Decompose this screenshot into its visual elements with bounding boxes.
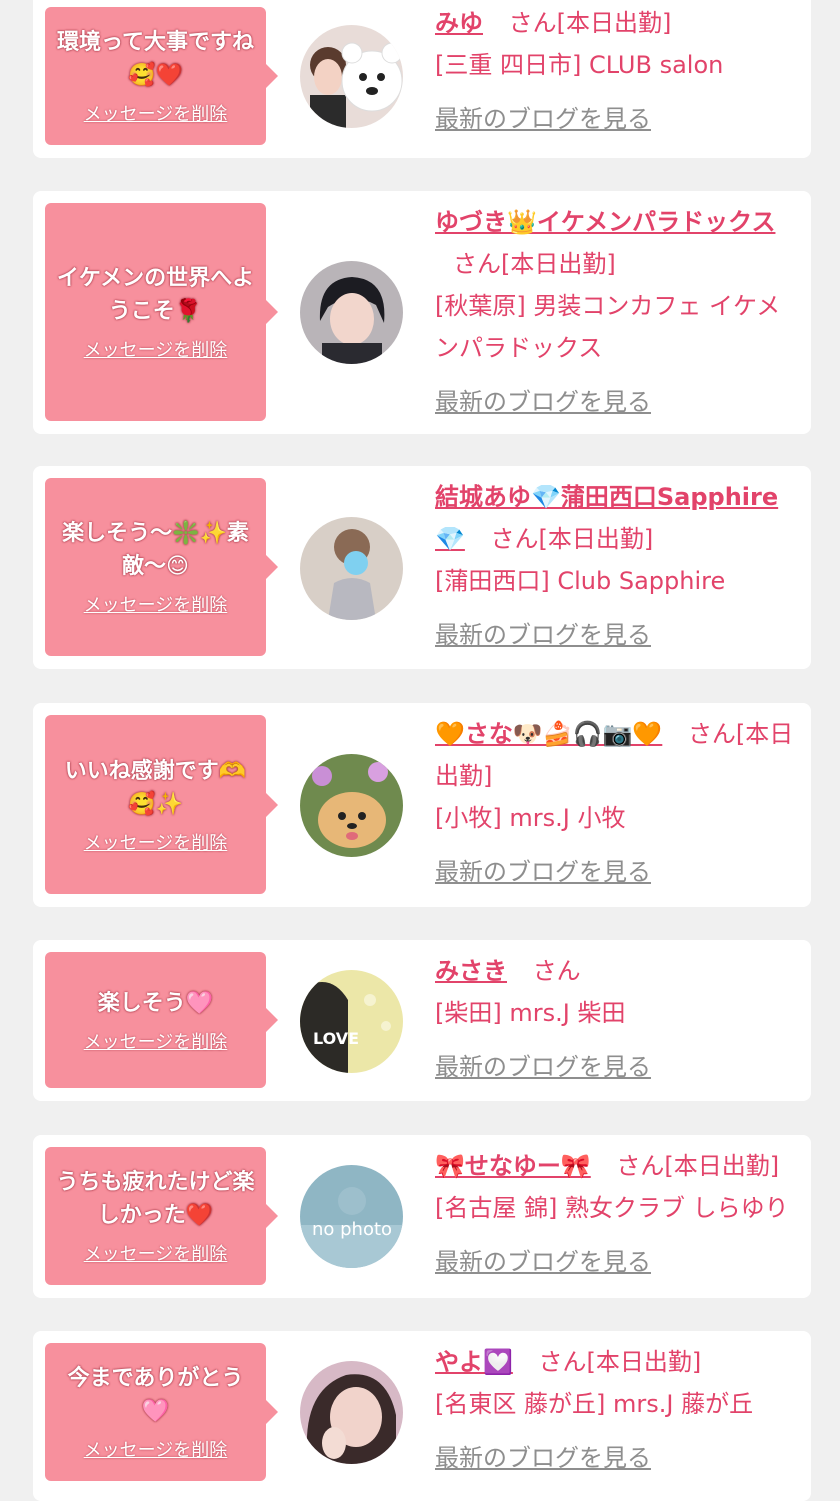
message-card: 楽しそう～❇️✨素敵～😊 メッセージを削除 結城あゆ💎蒲田西口Sapphire💎… <box>33 466 811 669</box>
delete-message-link[interactable]: メッセージを削除 <box>84 1028 228 1054</box>
message-text: 楽しそう～❇️✨素敵～😊 <box>62 521 249 579</box>
profile-info: やよ💟 さん[本日出勤] [名東区 藤が丘] mrs.J 藤が丘 最新のブログを… <box>435 1341 797 1479</box>
avatar[interactable] <box>300 517 403 620</box>
message-card: 環境って大事ですね🥰❤️ メッセージを削除 みゆ さん[本日出勤] [三重 四日… <box>33 0 811 158</box>
shop-location: [名古屋 錦] 熟女クラブ しらゆり <box>435 1194 789 1222</box>
profile-name-link[interactable]: みさき <box>435 957 507 985</box>
delete-message-link[interactable]: メッセージを削除 <box>84 591 228 617</box>
shop-location: [秋葉原] 男装コンカフェ イケメンパラドックス <box>435 292 781 362</box>
profile-info: 🧡さな🐶🍰🎧📷🧡 さん[本日出勤] [小牧] mrs.J 小牧 最新のブログを見… <box>435 713 797 893</box>
profile-name-link[interactable]: ゆづき👑イケメンパラドックス <box>435 208 775 236</box>
avatar[interactable] <box>300 1361 403 1464</box>
message-bubble: 楽しそう～❇️✨素敵～😊 メッセージを削除 <box>45 478 278 656</box>
profile-info: 結城あゆ💎蒲田西口Sapphire💎 さん[本日出勤] [蒲田西口] Club … <box>435 476 797 656</box>
message-card: イケメンの世界へようこそ🌹 メッセージを削除 ゆづき👑イケメンパラドックス さん… <box>33 191 811 434</box>
view-blog-link[interactable]: 最新のブログを見る <box>435 1437 651 1479</box>
name-suffix: さん <box>532 957 581 985</box>
profile-info: みゆ さん[本日出勤] [三重 四日市] CLUB salon 最新のブログを見… <box>435 2 797 140</box>
avatar[interactable] <box>300 754 403 857</box>
delete-message-link[interactable]: メッセージを削除 <box>84 1436 228 1462</box>
delete-message-link[interactable]: メッセージを削除 <box>84 829 228 855</box>
message-bubble: いいね感謝です🫶🥰✨ メッセージを削除 <box>45 715 278 894</box>
shop-location: [柴田] mrs.J 柴田 <box>435 999 626 1027</box>
view-blog-link[interactable]: 最新のブログを見る <box>435 1046 651 1088</box>
profile-name-link[interactable]: 🎀せなゆー🎀 <box>435 1152 591 1180</box>
name-suffix: さん[本日出勤] <box>616 1152 780 1180</box>
message-text: うちも疲れたけど楽しかった❤️ <box>56 1170 255 1228</box>
message-bubble: うちも疲れたけど楽しかった❤️ メッセージを削除 <box>45 1147 278 1285</box>
name-suffix: さん[本日出勤] <box>490 525 654 553</box>
profile-info: ゆづき👑イケメンパラドックス さん[本日出勤] [秋葉原] 男装コンカフェ イケ… <box>435 201 797 423</box>
message-card: 楽しそう🩷 メッセージを削除 LOVE みさき さん [柴田] mrs.J 柴田… <box>33 940 811 1101</box>
message-text: 楽しそう🩷 <box>97 990 214 1016</box>
view-blog-link[interactable]: 最新のブログを見る <box>435 614 651 656</box>
profile-name-link[interactable]: 🧡さな🐶🍰🎧📷🧡 <box>435 720 662 748</box>
avatar-caption: LOVE <box>313 1029 359 1048</box>
view-blog-link[interactable]: 最新のブログを見る <box>435 98 651 140</box>
profile-name-link[interactable]: みゆ <box>435 9 483 37</box>
avatar[interactable]: no photo <box>300 1165 403 1268</box>
shop-location: [蒲田西口] Club Sapphire <box>435 567 726 595</box>
view-blog-link[interactable]: 最新のブログを見る <box>435 381 651 423</box>
view-blog-link[interactable]: 最新のブログを見る <box>435 851 651 893</box>
message-text: イケメンの世界へようこそ🌹 <box>56 266 255 324</box>
message-feed: 環境って大事ですね🥰❤️ メッセージを削除 みゆ さん[本日出勤] [三重 四日… <box>0 0 840 1501</box>
message-card: 今までありがとう🩷 メッセージを削除 やよ💟 さん[本日出勤] [名東区 藤が丘… <box>33 1331 811 1501</box>
message-bubble: イケメンの世界へようこそ🌹 メッセージを削除 <box>45 203 278 421</box>
avatar[interactable] <box>300 261 403 364</box>
message-text: 今までありがとう🩷 <box>67 1366 244 1424</box>
message-text: いいね感謝です🫶🥰✨ <box>64 758 247 817</box>
message-bubble: 楽しそう🩷 メッセージを削除 <box>45 952 278 1088</box>
profile-info: みさき さん [柴田] mrs.J 柴田 最新のブログを見る <box>435 950 797 1088</box>
view-blog-link[interactable]: 最新のブログを見る <box>435 1241 651 1283</box>
profile-name-link[interactable]: やよ💟 <box>435 1348 513 1376</box>
shop-location: [小牧] mrs.J 小牧 <box>435 804 626 832</box>
name-suffix: さん[本日出勤] <box>453 250 616 278</box>
avatar[interactable]: LOVE <box>300 970 403 1073</box>
delete-message-link[interactable]: メッセージを削除 <box>84 100 228 126</box>
delete-message-link[interactable]: メッセージを削除 <box>84 336 228 362</box>
message-card: いいね感謝です🫶🥰✨ メッセージを削除 🧡さな🐶🍰🎧📷🧡 さん[本日出勤] [小… <box>33 703 811 907</box>
avatar[interactable] <box>300 25 403 128</box>
message-bubble: 環境って大事ですね🥰❤️ メッセージを削除 <box>45 7 278 145</box>
message-text: 環境って大事ですね🥰❤️ <box>57 30 254 88</box>
delete-message-link[interactable]: メッセージを削除 <box>84 1240 228 1266</box>
name-suffix: さん[本日出勤] <box>508 9 672 37</box>
profile-info: 🎀せなゆー🎀 さん[本日出勤] [名古屋 錦] 熟女クラブ しらゆり 最新のブロ… <box>435 1145 797 1283</box>
shop-location: [名東区 藤が丘] mrs.J 藤が丘 <box>435 1390 754 1418</box>
message-card: うちも疲れたけど楽しかった❤️ メッセージを削除 no photo 🎀せなゆー🎀… <box>33 1135 811 1298</box>
shop-location: [三重 四日市] CLUB salon <box>435 51 724 79</box>
avatar-caption: no photo <box>312 1219 392 1240</box>
name-suffix: さん[本日出勤] <box>538 1348 702 1376</box>
message-bubble: 今までありがとう🩷 メッセージを削除 <box>45 1343 278 1481</box>
